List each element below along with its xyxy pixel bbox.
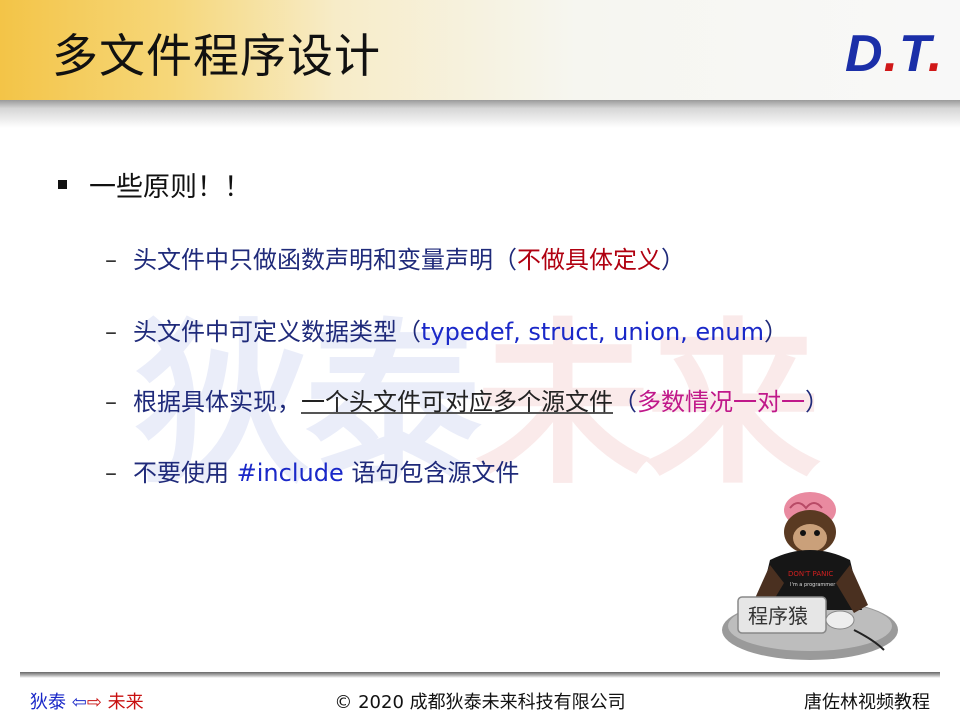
highlight-text: 不做具体定义 xyxy=(517,246,661,274)
sign-text: 程序猿 xyxy=(748,604,808,628)
title-bar-shadow xyxy=(0,100,960,128)
underlined-text: 一个头文件可对应多个源文件 xyxy=(301,388,613,416)
sub-bullet-1: – 头文件中只做函数声明和变量声明（不做具体定义） xyxy=(105,240,685,275)
main-bullet: 一些原则！！ xyxy=(58,165,251,204)
dt-logo: D.T. xyxy=(845,24,943,84)
footer-divider xyxy=(20,672,940,678)
main-bullet-text: 一些原则！！ xyxy=(89,172,251,203)
sub-bullet-tail: ） xyxy=(763,318,788,346)
highlight-text: typedef, struct, union, enum xyxy=(421,318,764,346)
shirt-subtext: I'm a programmer xyxy=(790,582,836,588)
logo-dot: . xyxy=(883,25,900,83)
highlight-text: 多数情况一对一 xyxy=(637,388,805,416)
sub-bullet-text: 根据具体实现， xyxy=(133,388,301,416)
slide-title: 多文件程序设计 xyxy=(52,29,381,83)
sub-bullet-4: – 不要使用 #include 语句包含源文件 xyxy=(105,453,519,488)
sub-bullet-tail: ） xyxy=(661,246,685,274)
logo-letter-t: T xyxy=(899,25,928,83)
dash-icon: – xyxy=(105,388,117,416)
dash-icon: – xyxy=(105,459,117,487)
dash-icon: – xyxy=(105,246,117,274)
programmer-monkey-illustration: DON'T PANIC I'm a programmer 程序猿 xyxy=(722,492,898,660)
sub-bullet-tail: 语句包含源文件 xyxy=(343,459,520,487)
sub-bullet-3: – 根据具体实现，一个头文件可对应多个源文件（多数情况一对一） xyxy=(105,382,829,417)
paren-open: （ xyxy=(613,388,637,416)
logo-letter-d: D xyxy=(845,25,884,83)
highlight-text: #include xyxy=(236,459,344,487)
sub-bullet-text: 不要使用 xyxy=(133,459,237,487)
footer-course-name: 唐佐林视频教程 xyxy=(804,692,930,713)
logo-dot: . xyxy=(927,25,944,83)
sub-bullet-2: – 头文件中可定义数据类型（typedef, struct, union, enu… xyxy=(105,312,788,347)
sub-bullet-tail: ） xyxy=(805,388,829,416)
dash-icon: – xyxy=(105,318,117,346)
sub-bullet-text: 头文件中可定义数据类型（ xyxy=(133,318,421,346)
sub-bullet-text: 头文件中只做函数声明和变量声明（ xyxy=(133,246,517,274)
square-bullet-icon xyxy=(58,180,67,189)
shirt-text: DON'T PANIC xyxy=(788,570,833,578)
